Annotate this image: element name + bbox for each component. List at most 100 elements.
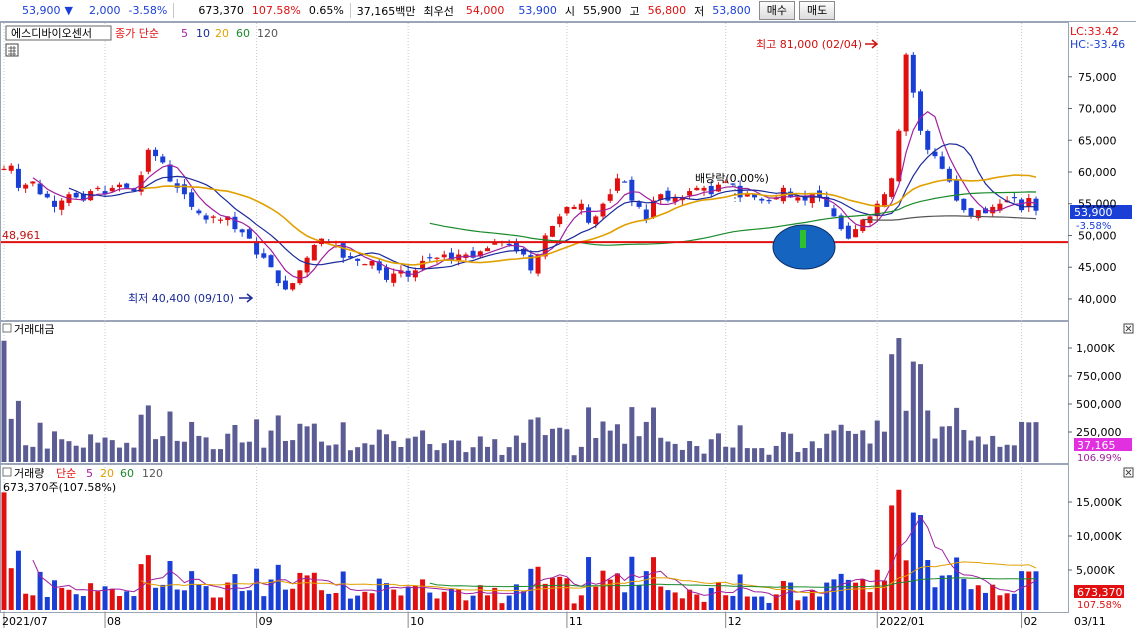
candle-body [607,194,613,201]
candle-body [441,254,447,258]
volume-panel-icon[interactable] [2,467,12,477]
volume-bar [1004,593,1010,610]
volume-bar [643,571,649,610]
candle-body [52,200,58,207]
amount-bar [759,448,765,462]
volume-bar [665,590,671,610]
candle-body [954,179,960,201]
volume-bar [477,585,483,610]
volume-bar [73,594,79,610]
volume-bar [160,584,166,610]
candle-body [124,183,130,188]
amount-panel-icon[interactable] [2,323,12,333]
candle-body [636,202,642,207]
amount-bar [44,448,50,462]
candle-body [8,165,14,171]
chart-area[interactable]: 48,961 에스디바이오센서 종가 단순 5 10 20 60 120 LC:… [0,22,1136,633]
candle-body [304,257,310,273]
amount-bar [470,447,476,462]
amount-bar [499,454,505,462]
current-price: 53,900 [22,4,61,17]
amount-bar [535,417,541,462]
candle-body [73,192,79,198]
volume-bar [232,574,238,610]
candle-body [557,216,563,225]
amount-bar [903,410,909,462]
amount-bar [990,435,996,462]
amount-bar [485,446,491,462]
candle-body [881,194,887,207]
volume-bar [968,589,974,610]
amount-bar [477,436,483,462]
candle-body [701,187,707,191]
volume-bar [124,591,130,610]
amount-bar [744,448,750,462]
amount-bar [30,446,36,462]
amount-bar [932,438,938,462]
volume-bar [311,572,317,610]
date-label: 11 [569,615,583,628]
amount-bar [1019,421,1025,462]
volume-bar [340,571,346,610]
amount-bar [275,415,281,462]
amount-bar [614,424,620,462]
candle-body [261,253,267,258]
candle-body [1011,197,1017,199]
volume-bar [80,596,86,610]
price-tick-label: 60,000 [1078,166,1117,179]
candle-body [665,190,671,201]
volume-bar [463,600,469,610]
price-tick-label: 70,000 [1078,103,1117,116]
candle-body [485,248,491,252]
amount-bar [809,441,815,462]
candle-body [297,270,303,284]
candle-body [239,229,245,233]
candle-body [925,131,931,150]
volume-bar [420,579,426,610]
amount-bar [88,434,94,462]
best-ask: 54,000 [465,4,505,17]
candle-body [687,191,693,196]
amount-bar [766,454,772,462]
buy-button[interactable]: 매수 [758,1,796,20]
vol-legend-60: 60 [120,467,134,480]
volume-value: 673,370 [198,4,244,17]
stock-chart[interactable]: 48,961 에스디바이오센서 종가 단순 5 10 20 60 120 LC:… [0,22,1136,633]
amount-bar [975,436,981,462]
candle-body [246,229,252,239]
best-bid: 53,900 [518,4,557,17]
amount-bar [167,411,173,462]
volume-bar [8,568,14,610]
amount-bar [636,436,642,462]
volume-bar [766,602,772,610]
volume-bar [881,580,887,610]
amount-bar [658,437,664,462]
volume-bar [961,578,967,610]
amount-bar [66,441,72,462]
high-label: 고 [629,4,640,18]
amount-bar [383,434,389,462]
amount-bar [788,433,794,462]
amount-bar [831,430,837,462]
candle-body [860,219,866,232]
volume-bar [658,586,664,610]
candle-body [1,168,7,171]
amount-bar [326,445,332,462]
amount-bar [780,432,786,462]
amount-tick-label: 1,000K [1076,342,1115,355]
volume-title: 거래량 [14,467,44,480]
volume-bar [261,596,267,610]
lc-value: LC:33.42 [1070,25,1119,38]
amount-bar [232,424,238,462]
amount-bar [651,407,657,462]
volume-bar [542,583,548,610]
sell-button[interactable]: 매도 [799,1,836,20]
candle-body [961,198,967,211]
legend-ma20: 20 [215,27,229,40]
amount-bar [954,407,960,462]
volume-bar [181,590,187,610]
amount-bar [102,437,108,462]
candle-body [831,208,837,217]
volume-bar [860,579,866,610]
volume-bar [210,597,216,610]
